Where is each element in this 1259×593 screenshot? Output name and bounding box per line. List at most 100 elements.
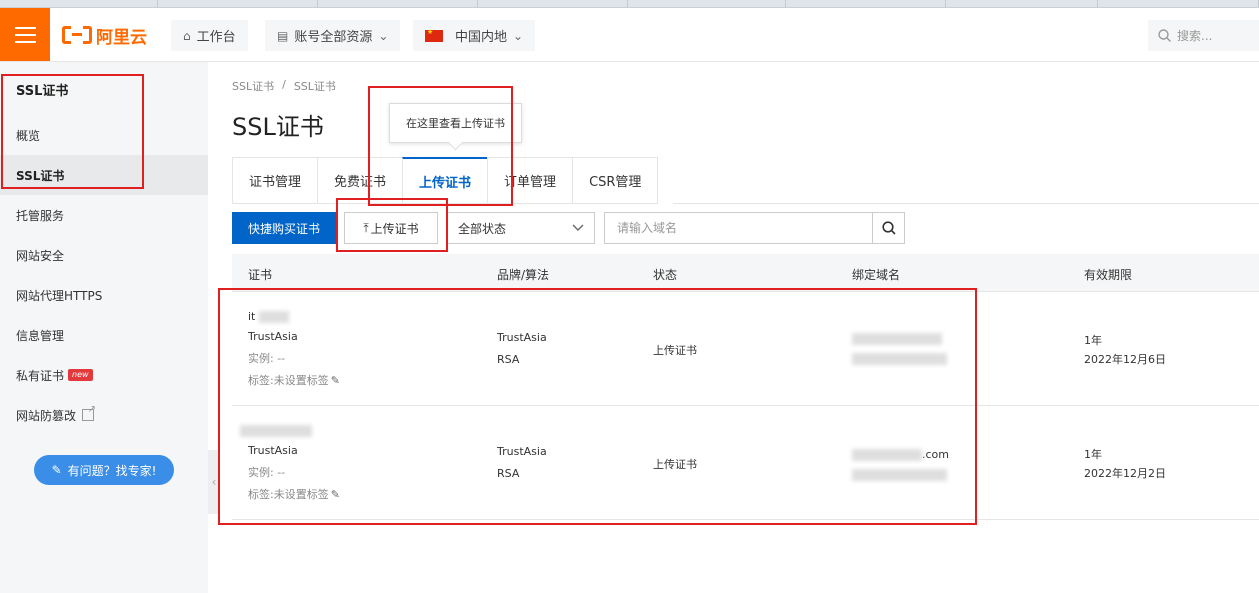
- status-filter-select[interactable]: 全部状态: [447, 212, 595, 244]
- external-link-icon: [82, 404, 96, 421]
- aliyun-logo[interactable]: 阿里云: [62, 23, 147, 48]
- browser-tab-strip: [0, 0, 1259, 8]
- redacted-text: [852, 469, 947, 481]
- sidebar-item-label: 网站安全: [16, 248, 65, 263]
- tab-order-management[interactable]: 订单管理: [487, 157, 573, 204]
- tabs-divider: [673, 203, 1259, 204]
- chevron-down-icon: ⌄: [513, 28, 524, 43]
- menu-line: [14, 40, 36, 43]
- upload-certificate-button[interactable]: ⤒ 上传证书: [344, 212, 438, 244]
- cert-name-text: it: [248, 310, 256, 323]
- table-row: TrustAsia 实例: -- 标签:未设置标签 ✎ TrustAsia RSA…: [232, 406, 1259, 520]
- server-icon: ▤: [277, 28, 289, 43]
- sidebar-item-website-security[interactable]: 网站安全: [0, 235, 208, 275]
- sidebar-item-info-management[interactable]: 信息管理: [0, 315, 208, 355]
- column-header-status: 状态: [653, 268, 678, 282]
- tab-label: 证书管理: [249, 175, 302, 190]
- domain-search-input[interactable]: [604, 212, 872, 244]
- cert-term: 1年: [1084, 334, 1102, 347]
- sidebar-item-managed-service[interactable]: 托管服务: [0, 195, 208, 235]
- breadcrumb-separator: /: [282, 78, 286, 91]
- breadcrumb-item[interactable]: SSL证书: [232, 78, 274, 94]
- global-search[interactable]: 搜索...: [1148, 20, 1259, 51]
- browser-tab[interactable]: [786, 0, 946, 7]
- sidebar-item-private-cert[interactable]: 私有证书 new: [0, 355, 208, 395]
- region-label: 中国内地: [455, 30, 508, 45]
- sidebar-item-tamper-protection[interactable]: 网站防篡改: [0, 395, 208, 435]
- chat-bubble-icon: ✎: [51, 463, 62, 477]
- upload-button-label: 上传证书: [370, 221, 419, 236]
- chevron-down-icon: ⌄: [378, 28, 389, 43]
- breadcrumb: SSL证书 / SSL证书: [232, 78, 336, 94]
- sidebar: SSL证书 概览 SSL证书 托管服务 网站安全 网站代理HTTPS 信息管理 …: [0, 62, 208, 593]
- global-search-placeholder: 搜索...: [1177, 29, 1213, 43]
- tab-csr-management[interactable]: CSR管理: [572, 157, 659, 204]
- cert-issuer: TrustAsia: [248, 330, 298, 343]
- cert-domain: .com: [852, 448, 949, 461]
- account-scope-label: 账号全部资源: [294, 30, 373, 45]
- browser-tab[interactable]: [1098, 0, 1259, 7]
- cert-domain-secondary: [852, 468, 947, 481]
- brand-name: 阿里云: [96, 27, 147, 48]
- cert-brand: TrustAsia: [497, 331, 547, 344]
- upload-tab-tooltip: 在这里查看上传证书: [389, 103, 522, 143]
- column-header-domain: 绑定域名: [852, 268, 901, 282]
- cert-name[interactable]: [240, 424, 312, 437]
- sidebar-item-label: SSL证书: [16, 168, 65, 183]
- cert-term: 1年: [1084, 448, 1102, 461]
- quick-buy-button[interactable]: 快捷购买证书: [232, 212, 336, 244]
- browser-tab[interactable]: [158, 0, 318, 7]
- sidebar-item-ssl-certificate[interactable]: SSL证书: [0, 155, 208, 195]
- cert-expiry: 2022年12月2日: [1084, 467, 1166, 480]
- cert-name[interactable]: it: [248, 310, 289, 323]
- redacted-text: [258, 311, 289, 323]
- account-scope-dropdown[interactable]: ▤ 账号全部资源 ⌄: [265, 20, 401, 51]
- table-header: 证书 品牌/算法 状态 绑定域名 有效期限: [232, 254, 1259, 292]
- cert-algorithm: RSA: [497, 467, 520, 480]
- status-filter-value: 全部状态: [458, 221, 507, 236]
- tab-label: 订单管理: [504, 175, 557, 190]
- region-dropdown[interactable]: 中国内地 ⌄: [413, 20, 536, 51]
- column-header-certificate: 证书: [248, 268, 273, 282]
- cert-tag[interactable]: 标签:未设置标签 ✎: [248, 372, 340, 388]
- sidebar-item-label: 概览: [16, 128, 41, 143]
- search-icon: [881, 221, 896, 235]
- edit-icon: ✎: [330, 374, 340, 387]
- cert-tag[interactable]: 标签:未设置标签 ✎: [248, 486, 340, 502]
- top-navigation-bar: 阿里云 ⌂ 工作台 ▤ 账号全部资源 ⌄ 中国内地 ⌄ 搜索...: [0, 8, 1259, 62]
- browser-tab[interactable]: [478, 0, 628, 7]
- ask-expert-button[interactable]: ✎ 有问题？找专家!: [34, 455, 174, 485]
- tab-upload-certificate[interactable]: 上传证书: [402, 157, 488, 204]
- chevron-down-icon: [572, 224, 584, 231]
- cert-algorithm: RSA: [497, 353, 520, 366]
- page-title: SSL证书: [232, 113, 324, 141]
- tab-free-certificate[interactable]: 免费证书: [317, 157, 403, 204]
- workspace-button[interactable]: ⌂ 工作台: [171, 20, 248, 51]
- browser-tab[interactable]: [318, 0, 478, 7]
- sidebar-item-overview[interactable]: 概览: [0, 115, 208, 155]
- tab-certificate-management[interactable]: 证书管理: [232, 157, 318, 204]
- hamburger-menu-button[interactable]: [0, 8, 50, 61]
- domain-search-button[interactable]: [872, 212, 905, 244]
- cert-instance: 实例: --: [248, 352, 286, 365]
- redacted-text: [852, 333, 942, 345]
- sidebar-item-https-proxy[interactable]: 网站代理HTTPS: [0, 275, 208, 315]
- edit-icon: ✎: [330, 488, 340, 501]
- cert-domain-secondary: [852, 352, 947, 365]
- cert-status: 上传证书: [653, 344, 697, 357]
- cert-status: 上传证书: [653, 458, 697, 471]
- workspace-label: 工作台: [196, 30, 236, 45]
- tab-label: CSR管理: [589, 175, 642, 190]
- upload-icon: ⤒: [363, 220, 369, 235]
- redacted-text: [240, 425, 312, 437]
- cert-tag-text: 标签:未设置标签: [248, 488, 329, 501]
- menu-line: [14, 33, 36, 36]
- tab-bar: 证书管理 免费证书 上传证书 订单管理 CSR管理: [232, 157, 659, 204]
- cert-issuer: TrustAsia: [248, 444, 298, 457]
- browser-tab[interactable]: [628, 0, 786, 7]
- sidebar-item-label: 托管服务: [16, 208, 65, 223]
- browser-tab[interactable]: [0, 0, 158, 7]
- cert-expiry: 2022年12月6日: [1084, 353, 1166, 366]
- browser-tab[interactable]: [946, 0, 1098, 7]
- main-content: SSL证书 / SSL证书 SSL证书 在这里查看上传证书 证书管理 免费证书 …: [208, 62, 1259, 593]
